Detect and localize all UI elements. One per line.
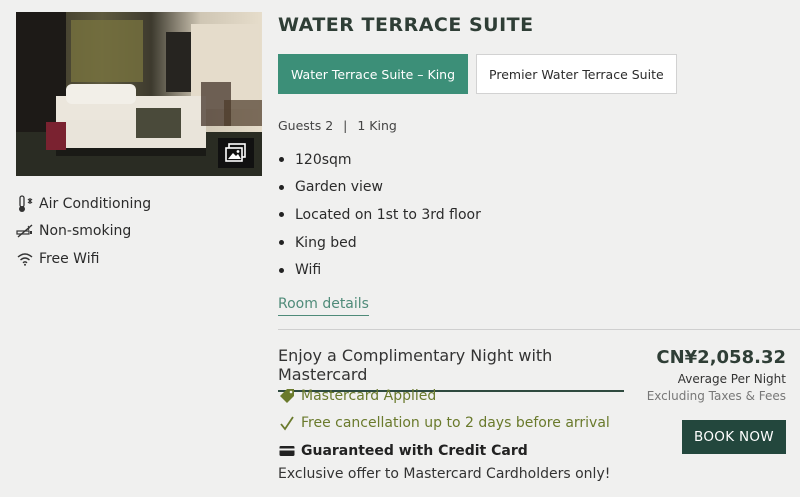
feature-item: King bed xyxy=(278,229,481,257)
tag-icon xyxy=(278,388,296,404)
feature-item: 120sqm xyxy=(278,146,481,174)
price-taxes-note: Excluding Taxes & Fees xyxy=(646,389,786,403)
feature-item: Wifi xyxy=(278,256,481,284)
room-type-tabs: Water Terrace Suite – King Premier Water… xyxy=(278,54,677,94)
perk-label: Free cancellation up to 2 days before ar… xyxy=(301,415,610,432)
amenities-list: Air Conditioning Non-smoking Free Wifi xyxy=(16,190,262,273)
credit-card-icon xyxy=(278,443,296,459)
room-title: WATER TERRACE SUITE xyxy=(278,14,534,36)
perk-free-cancellation: Free cancellation up to 2 days before ar… xyxy=(278,410,610,438)
feature-item: Located on 1st to 3rd floor xyxy=(278,201,481,229)
no-smoking-icon xyxy=(16,222,34,240)
thermometer-snowflake-icon xyxy=(16,195,34,213)
wifi-icon xyxy=(16,250,34,268)
tab-premier-water-terrace-suite[interactable]: Premier Water Terrace Suite xyxy=(476,54,677,94)
room-features-list: 120sqm Garden view Located on 1st to 3rd… xyxy=(278,146,481,284)
price-block: CN¥2,058.32 Average Per Night Excluding … xyxy=(647,347,786,403)
amenity-non-smoking: Non-smoking xyxy=(16,218,262,246)
room-details-link[interactable]: Room details xyxy=(278,296,369,316)
feature-item: Garden view xyxy=(278,174,481,202)
section-divider xyxy=(278,329,800,330)
bed-type: 1 King xyxy=(357,118,397,133)
checkmark-icon xyxy=(278,415,296,431)
room-occupancy: Guests 2 | 1 King xyxy=(278,118,397,133)
perk-mastercard-applied: Mastercard Applied xyxy=(278,382,610,410)
gallery-button[interactable] xyxy=(218,138,254,168)
amenity-label: Air Conditioning xyxy=(39,195,152,212)
perk-guaranteed-credit-card: Guaranteed with Credit Card xyxy=(278,437,610,465)
exclusive-offer-note: Exclusive offer to Mastercard Cardholder… xyxy=(278,466,611,482)
amenity-air-conditioning: Air Conditioning xyxy=(16,190,262,218)
price-per-night-label: Average Per Night xyxy=(677,372,786,386)
amenity-free-wifi: Free Wifi xyxy=(16,245,262,273)
book-now-button[interactable]: BOOK NOW xyxy=(682,420,786,454)
perk-label: Mastercard Applied xyxy=(301,387,437,404)
meta-separator: | xyxy=(343,118,348,133)
price-amount: CN¥2,058.32 xyxy=(656,347,786,368)
gallery-icon xyxy=(225,143,246,162)
offer-perks-list: Mastercard Applied Free cancellation up … xyxy=(278,382,610,465)
guests-count: Guests 2 xyxy=(278,118,334,133)
perk-label: Guaranteed with Credit Card xyxy=(301,442,528,459)
amenity-label: Free Wifi xyxy=(39,250,100,267)
amenity-label: Non-smoking xyxy=(39,223,132,240)
tab-water-terrace-suite-king[interactable]: Water Terrace Suite – King xyxy=(278,54,469,94)
room-photo[interactable] xyxy=(16,12,262,176)
